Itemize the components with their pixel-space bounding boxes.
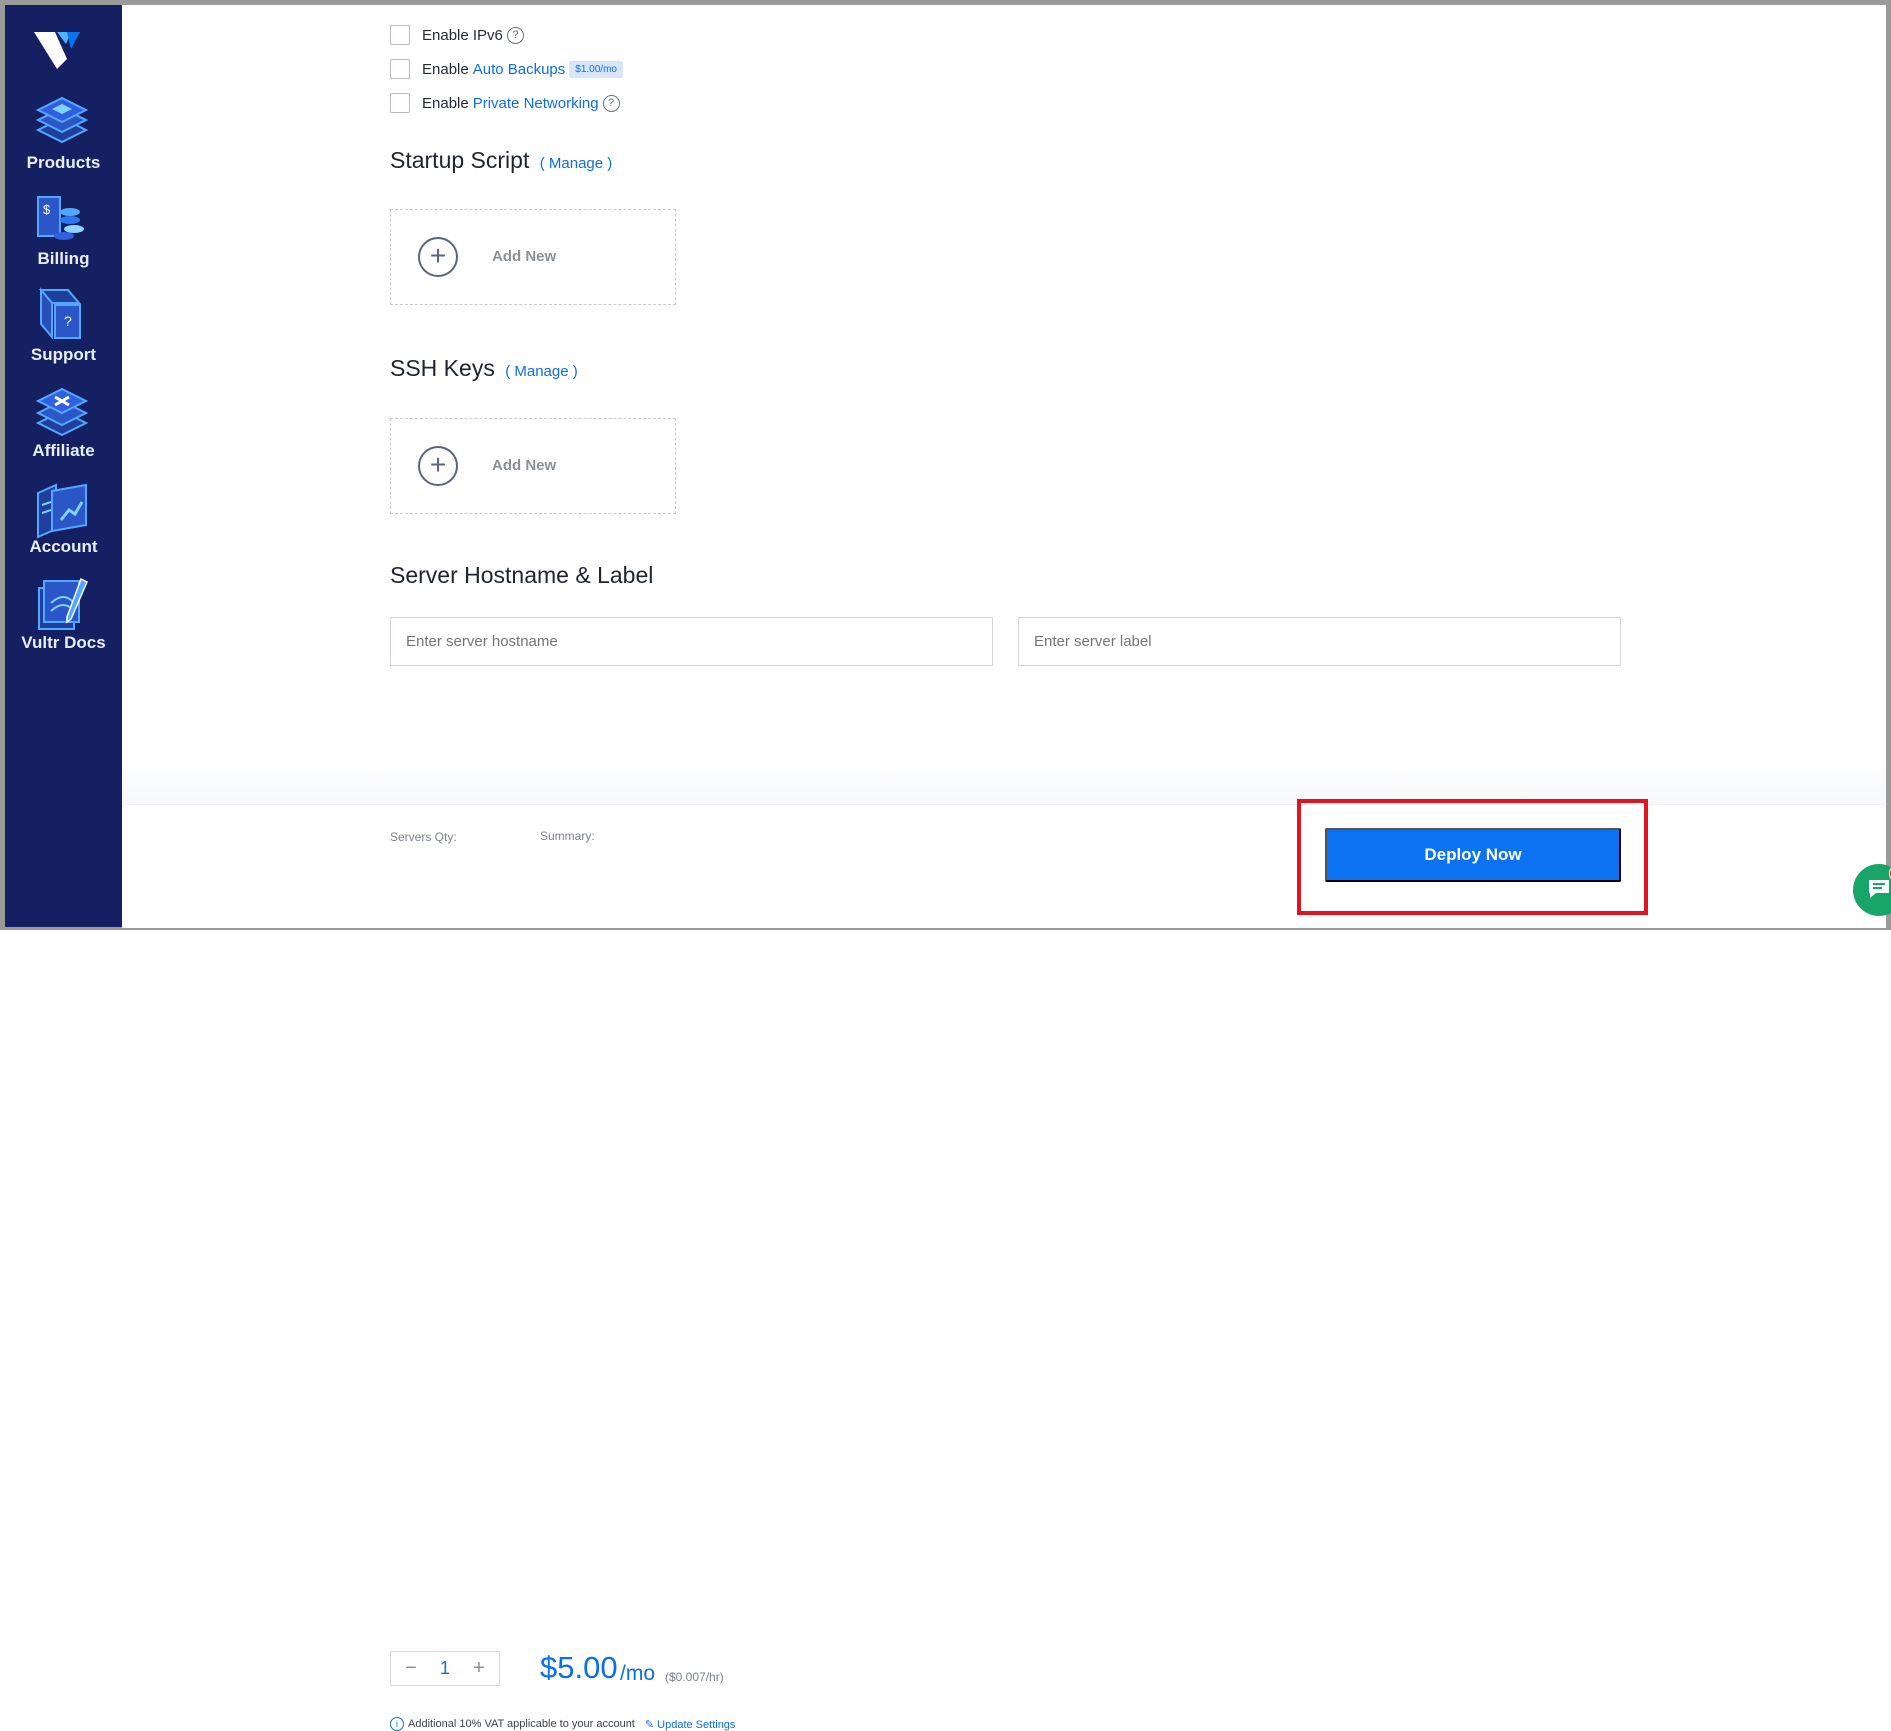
server-hostname-input[interactable] [390, 617, 993, 666]
servers-qty-label: Servers Qty: [390, 830, 457, 844]
vultr-docs-icon [38, 577, 88, 630]
ssh-keys-section-title: SSH Keys ( Manage ) [390, 355, 578, 382]
monthly-price: $5.00 [540, 1650, 618, 1685]
private-networking-option[interactable]: Enable Private Networking ? [390, 91, 620, 115]
ipv6-checkbox[interactable] [390, 25, 410, 45]
auto-backups-link[interactable]: Auto Backups [473, 61, 566, 78]
sidebar-item-vultr-docs[interactable]: Vultr Docs [5, 573, 122, 679]
startup-script-section-title: Startup Script ( Manage ) [390, 147, 612, 174]
sidebar-item-affiliate[interactable]: Affiliate [5, 381, 122, 487]
vultr-logo-icon[interactable] [33, 25, 81, 71]
servers-qty-value: 1 [439, 1658, 450, 1678]
plus-icon: + [418, 237, 458, 277]
auto-backups-price-badge: $1.00/mo [569, 60, 623, 78]
decrement-button[interactable]: − [403, 1657, 419, 1680]
auto-backups-prefix: Enable [422, 60, 469, 78]
sidebar-item-billing[interactable]: $ Billing [5, 189, 122, 295]
private-networking-prefix: Enable [422, 94, 469, 112]
private-networking-link[interactable]: Private Networking [473, 95, 599, 112]
support-icon: ? [38, 287, 82, 340]
sidebar-item-support[interactable]: ? Support [5, 285, 122, 391]
server-label-input[interactable] [1018, 617, 1621, 666]
sidebar-label-products: Products [26, 153, 101, 172]
add-startup-script-button[interactable]: + Add New [390, 209, 676, 305]
sidebar-label-vultr-docs: Vultr Docs [21, 633, 106, 652]
sidebar-label-billing: Billing [37, 249, 90, 268]
sidebar-label-support: Support [30, 345, 97, 364]
window-frame-right [1886, 0, 1891, 930]
add-ssh-key-button[interactable]: + Add New [390, 418, 676, 514]
ssh-keys-manage-link[interactable]: ( Manage ) [505, 363, 578, 380]
ipv6-label: Enable IPv6 [422, 26, 503, 44]
billing-icon: $ [37, 196, 84, 240]
summary-label: Summary: [540, 829, 595, 843]
account-icon [37, 483, 87, 539]
servers-qty-stepper[interactable]: − 1 + [390, 1651, 500, 1686]
increment-button[interactable]: + [471, 1657, 487, 1680]
price-unit: /mo [620, 1662, 656, 1685]
auto-backups-option[interactable]: Enable Auto Backups $1.00/mo [390, 57, 623, 81]
startup-script-manage-link[interactable]: ( Manage ) [540, 155, 613, 172]
plus-icon: + [418, 446, 458, 486]
summary-shadow [122, 759, 1886, 804]
sidebar: Products $ Billing ? Support Affiliate A… [5, 5, 122, 927]
ssh-keys-title: SSH Keys [390, 355, 495, 381]
sidebar-item-products[interactable]: Products [5, 93, 122, 199]
sidebar-label-account: Account [29, 537, 98, 556]
info-icon: i [390, 1717, 404, 1731]
sidebar-item-account[interactable]: Account [5, 477, 122, 583]
vat-text: Additional 10% VAT applicable to your ac… [408, 1718, 635, 1730]
help-icon[interactable]: ? [602, 94, 620, 112]
products-icon [35, 96, 89, 144]
private-networking-checkbox[interactable] [390, 93, 410, 113]
hostname-section-title: Server Hostname & Label [390, 562, 654, 588]
svg-text:?: ? [64, 313, 72, 329]
svg-text:$: $ [43, 202, 51, 217]
hourly-price: ($0.007/hr) [665, 1670, 724, 1684]
add-startup-script-label: Add New [492, 248, 557, 265]
deploy-now-button[interactable]: Deploy Now [1325, 828, 1621, 882]
ipv6-option[interactable]: Enable IPv6 ? [390, 23, 524, 47]
sidebar-label-affiliate: Affiliate [32, 441, 95, 460]
chat-icon [1869, 880, 1889, 898]
help-icon[interactable]: ? [506, 26, 524, 44]
add-ssh-key-label: Add New [492, 457, 557, 474]
auto-backups-checkbox[interactable] [390, 59, 410, 79]
update-settings-link[interactable]: ✎ Update Settings [645, 1718, 736, 1731]
startup-script-title: Startup Script [390, 147, 530, 173]
affiliate-icon [35, 387, 89, 437]
vat-notice: i Additional 10% VAT applicable to your … [390, 1717, 735, 1731]
